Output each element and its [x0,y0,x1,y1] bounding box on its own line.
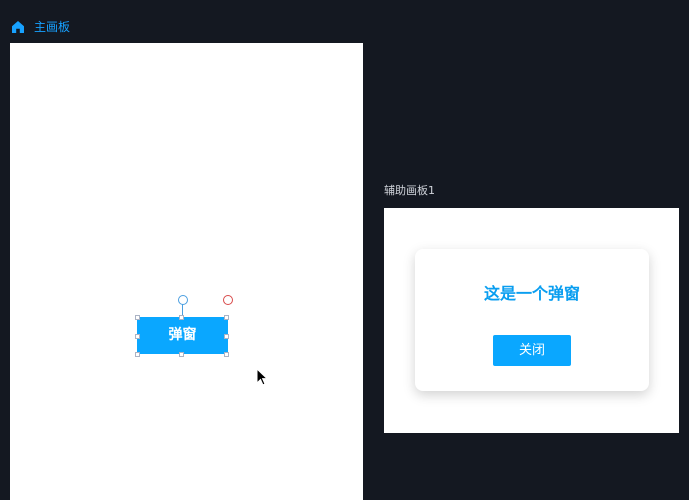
close-button[interactable]: 关闭 [493,335,571,366]
main-canvas[interactable]: 弹窗 [10,43,363,500]
resize-handle-middle-right[interactable] [224,334,229,339]
aux-board-label: 辅助画板1 [384,184,435,197]
delete-handle[interactable] [223,295,233,305]
resize-handle-top-right[interactable] [224,315,229,320]
resize-handle-bottom-center[interactable] [179,352,184,357]
resize-handle-middle-left[interactable] [135,334,140,339]
mouse-cursor-icon [256,368,268,386]
resize-handle-bottom-right[interactable] [224,352,229,357]
rotation-handle[interactable] [178,295,188,305]
dialog-title: 这是一个弹窗 [483,284,580,303]
popup-button[interactable]: 弹窗 [137,317,228,354]
resize-handle-top-left[interactable] [135,315,140,320]
resize-handle-bottom-left[interactable] [135,352,140,357]
selected-element[interactable]: 弹窗 [135,295,233,357]
breadcrumb: 主画板 [10,18,70,36]
resize-handle-top-center[interactable] [179,315,184,320]
home-icon[interactable] [10,19,26,35]
page-title: 主画板 [34,20,71,34]
aux-canvas[interactable]: 这是一个弹窗 关闭 [384,208,679,433]
dialog-preview: 这是一个弹窗 关闭 [415,249,649,391]
